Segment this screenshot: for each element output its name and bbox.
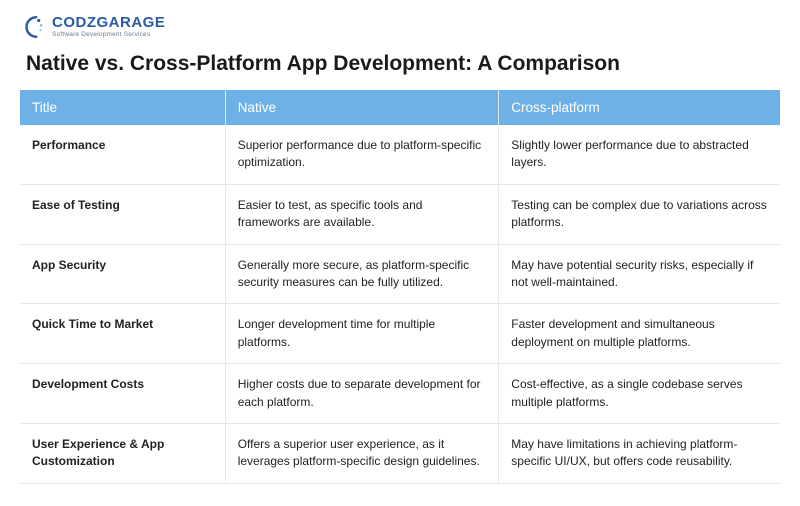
row-native: Superior performance due to platform-spe… [225,125,499,184]
brand-logo: CODZGARAGE Software Development Services [20,14,780,40]
brand-name: CODZGARAGE [52,15,165,30]
table-row: Quick Time to Market Longer development … [20,304,780,364]
row-native: Higher costs due to separate development… [225,364,499,424]
table-row: App Security Generally more secure, as p… [20,244,780,304]
table-header-row: Title Native Cross-platform [20,90,780,125]
row-title: User Experience & App Customization [20,423,225,483]
col-title: Title [20,90,225,125]
row-native: Offers a superior user experience, as it… [225,423,499,483]
page-title: Native vs. Cross-Platform App Developmen… [26,52,780,76]
row-title: Performance [20,125,225,184]
row-title: App Security [20,244,225,304]
row-cross: Cost-effective, as a single codebase ser… [499,364,780,424]
row-title: Development Costs [20,364,225,424]
row-cross: Testing can be complex due to variations… [499,184,780,244]
row-cross: May have potential security risks, espec… [499,244,780,304]
table-row: User Experience & App Customization Offe… [20,423,780,483]
col-cross: Cross-platform [499,90,780,125]
row-cross: May have limitations in achieving platfo… [499,423,780,483]
table-row: Ease of Testing Easier to test, as speci… [20,184,780,244]
col-native: Native [225,90,499,125]
row-cross: Faster development and simultaneous depl… [499,304,780,364]
table-row: Performance Superior performance due to … [20,125,780,184]
row-native: Generally more secure, as platform-speci… [225,244,499,304]
logo-icon [20,14,46,40]
table-row: Development Costs Higher costs due to se… [20,364,780,424]
row-title: Quick Time to Market [20,304,225,364]
row-cross: Slightly lower performance due to abstra… [499,125,780,184]
row-native: Longer development time for multiple pla… [225,304,499,364]
brand-tagline: Software Development Services [52,32,165,39]
comparison-table: Title Native Cross-platform Performance … [20,90,780,484]
row-title: Ease of Testing [20,184,225,244]
row-native: Easier to test, as specific tools and fr… [225,184,499,244]
